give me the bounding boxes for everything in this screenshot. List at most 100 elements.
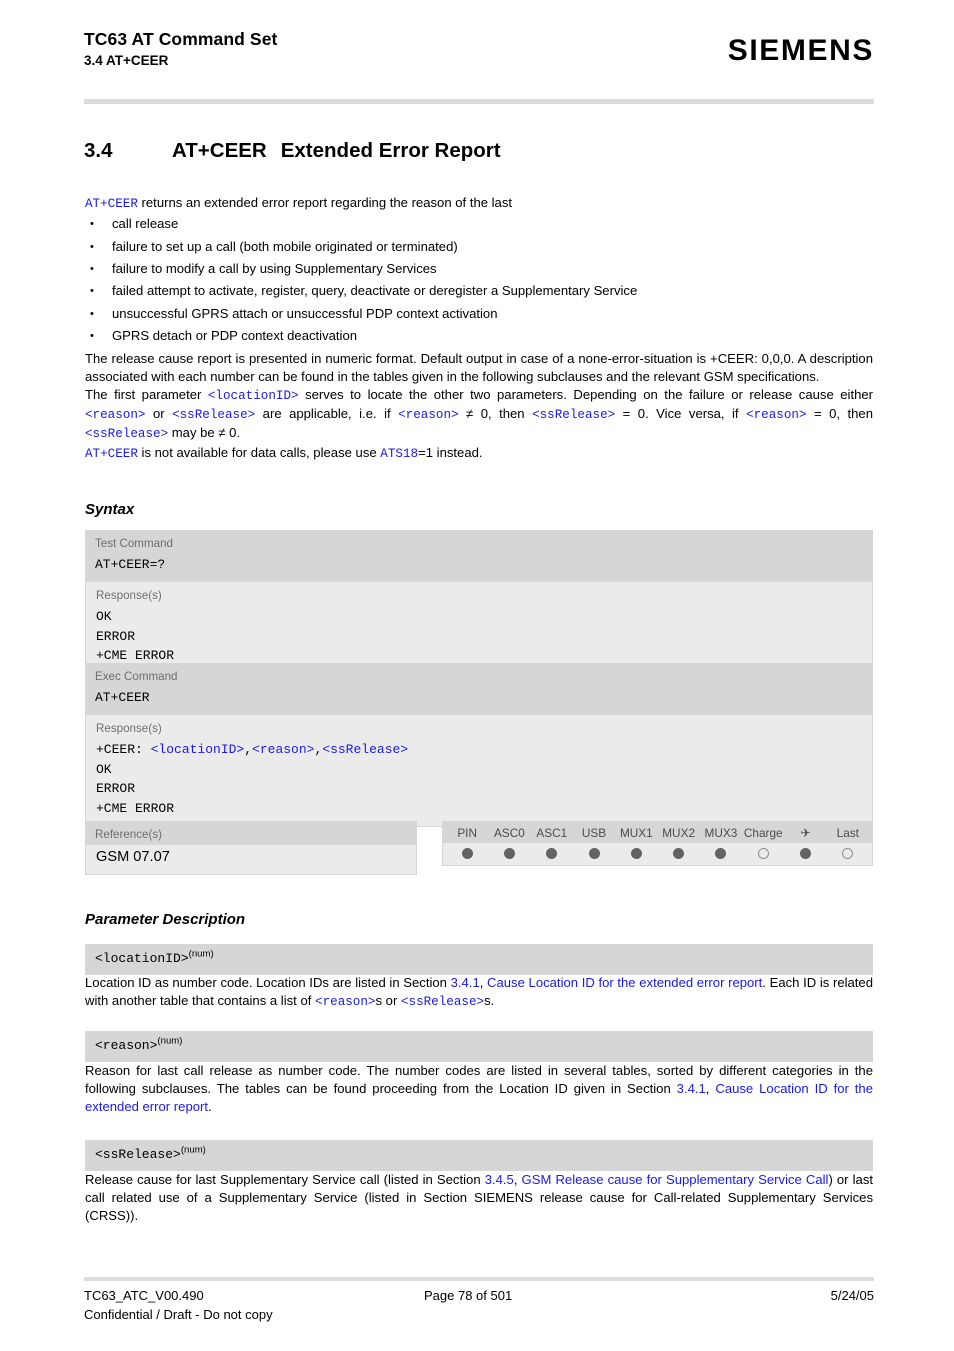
airplane-icon: ✈: [800, 826, 811, 840]
locationid-code: <locationID>: [207, 389, 299, 404]
capability-dot-asc0: [488, 848, 530, 859]
ssrelease-code: <ssRelease>: [322, 742, 409, 758]
parameter-name: <reason>: [95, 1038, 158, 1053]
capability-col-mux1: MUX1: [619, 826, 653, 840]
ssrelease-code: <ssRelease>: [532, 408, 616, 423]
dot-filled-icon: [800, 848, 812, 859]
dot-hollow-icon: [757, 848, 769, 859]
p2-e: ≠ 0, then: [458, 406, 533, 422]
exec-response-label: Response(s): [96, 722, 162, 736]
footer-doc-id: TC63_ATC_V00.490: [84, 1288, 204, 1303]
parameter-text-reason: Reason for last call release as number c…: [85, 1062, 873, 1117]
capability-dot-last: [827, 848, 869, 859]
at-ceer-code: AT+CEER: [85, 197, 138, 211]
capability-col-asc1: ASC1: [536, 826, 568, 840]
p2-b: serves to locate the other two parameter…: [298, 387, 874, 403]
capability-col-mux2: MUX2: [662, 826, 696, 840]
p-text: s.: [484, 993, 495, 1009]
footer-row-2: Confidential / Draft - Do not copy: [84, 1306, 874, 1325]
bullet-text: failure to modify a call by using Supple…: [112, 261, 437, 277]
parameter-text-ssrelease: Release cause for last Supplementary Ser…: [85, 1171, 873, 1226]
siemens-logo: SIEMENS: [727, 34, 874, 67]
capability-col-last: Last: [836, 826, 859, 840]
p2-h: may be ≠ 0.: [168, 425, 241, 441]
test-response-label: Response(s): [96, 589, 162, 603]
reference-label: Reference(s): [95, 828, 163, 841]
intro-bullet-list: call release failure to set up a call (b…: [85, 213, 873, 348]
parameter-header-ssrelease: <ssRelease>(num): [85, 1140, 873, 1171]
list-item: unsuccessful GPRS attach or unsuccessful…: [85, 303, 873, 326]
test-command-block: Test Command AT+CEER=? Response(s) OK ER…: [85, 530, 873, 675]
section-link[interactable]: GSM Release cause for Supplementary Serv…: [522, 1172, 829, 1187]
response-line: ERROR: [96, 781, 136, 797]
ats18-code: ATS18: [380, 446, 419, 461]
p-text: s or: [375, 993, 401, 1009]
bullet-text: GPRS detach or PDP context deactivation: [112, 328, 358, 344]
ssrelease-code: <ssRelease>: [172, 408, 256, 423]
dot-filled-icon: [673, 848, 685, 859]
p-text: ,: [479, 975, 488, 990]
section-link[interactable]: 3.4.1: [677, 1081, 706, 1096]
reason-code: <reason>: [398, 408, 459, 423]
capability-dot-usb: [573, 848, 615, 859]
parameter-type: (num): [180, 1144, 206, 1156]
intro-lead: AT+CEER returns an extended error report…: [85, 194, 873, 213]
p-text: ,: [705, 1081, 716, 1097]
list-item: call release: [85, 213, 873, 236]
p-text: .: [208, 1099, 212, 1115]
reason-code: <reason>: [252, 742, 315, 758]
response-line: OK: [96, 609, 112, 625]
dot-filled-icon: [461, 848, 473, 859]
document-page: TC63 AT Command Set 3.4 AT+CEER SIEMENS …: [0, 0, 954, 1351]
bullet-text: failed attempt to activate, register, qu…: [112, 283, 638, 299]
capability-dot-asc1: [531, 848, 573, 859]
parameter-name: <ssRelease>: [95, 1147, 181, 1162]
p2-f: = 0. Vice versa, if: [615, 406, 747, 422]
reason-code: <reason>: [746, 408, 807, 423]
dot-filled-icon: [588, 848, 600, 859]
reason-code: <reason>: [85, 408, 146, 423]
dot-filled-icon: [715, 848, 727, 859]
parameter-header-locationid: <locationID>(num): [85, 944, 873, 975]
reference-value: GSM 07.07: [86, 845, 416, 874]
capability-col-mux3: MUX3: [704, 826, 738, 840]
parameter-name: <locationID>: [95, 951, 189, 966]
exec-command-block: Exec Command AT+CEER Response(s) +CEER: …: [85, 663, 873, 828]
ssrelease-code: <ssRelease>: [400, 995, 485, 1010]
capability-col-charge: Charge: [743, 826, 783, 840]
list-item: failure to set up a call (both mobile or…: [85, 236, 873, 259]
capability-dot-row: [443, 843, 872, 865]
response-line: ERROR: [96, 628, 136, 644]
capability-col-pin: PIN: [457, 826, 477, 840]
at-ceer-code: AT+CEER: [85, 446, 138, 461]
parameter-type: (num): [157, 1035, 183, 1047]
section-command: AT+CEER: [172, 139, 267, 162]
capability-col-asc0: ASC0: [494, 826, 525, 840]
capability-dot-mux1: [615, 848, 657, 859]
list-item: failure to modify a call by using Supple…: [85, 258, 873, 281]
page-header: TC63 AT Command Set 3.4 AT+CEER SIEMENS: [84, 28, 874, 88]
section-link[interactable]: Cause Location ID for the extended error…: [487, 975, 762, 990]
list-item: GPRS detach or PDP context deactivation: [85, 325, 873, 348]
parameter-text-locationid: Location ID as number code. Location IDs…: [85, 974, 873, 1011]
test-command-label: Test Command: [95, 537, 173, 550]
p3-b: is not available for data calls, please …: [137, 444, 381, 460]
list-item: failed attempt to activate, register, qu…: [85, 280, 873, 303]
section-title-text: Extended Error Report: [280, 139, 501, 162]
p2-g: = 0, then: [806, 406, 873, 422]
p2-d: are applicable, i.e. if: [255, 406, 399, 422]
reference-block: Reference(s) GSM 07.07: [85, 821, 417, 875]
section-link[interactable]: 3.4.5: [485, 1172, 514, 1187]
parameter-header-reason: <reason>(num): [85, 1031, 873, 1062]
bullet-text: call release: [112, 216, 179, 232]
dot-hollow-icon: [842, 848, 854, 859]
section-number: 3.4: [84, 139, 113, 162]
syntax-heading: Syntax: [85, 501, 135, 518]
p-text: ,: [513, 1172, 522, 1187]
response-line: OK: [96, 761, 112, 777]
header-divider: [84, 99, 874, 104]
section-link[interactable]: 3.4.1: [451, 975, 480, 990]
exec-response-block: Response(s) +CEER: <locationID>,<reason>…: [86, 715, 872, 827]
footer-confidential-notice: Confidential / Draft - Do not copy: [84, 1306, 273, 1322]
dot-filled-icon: [546, 848, 558, 859]
